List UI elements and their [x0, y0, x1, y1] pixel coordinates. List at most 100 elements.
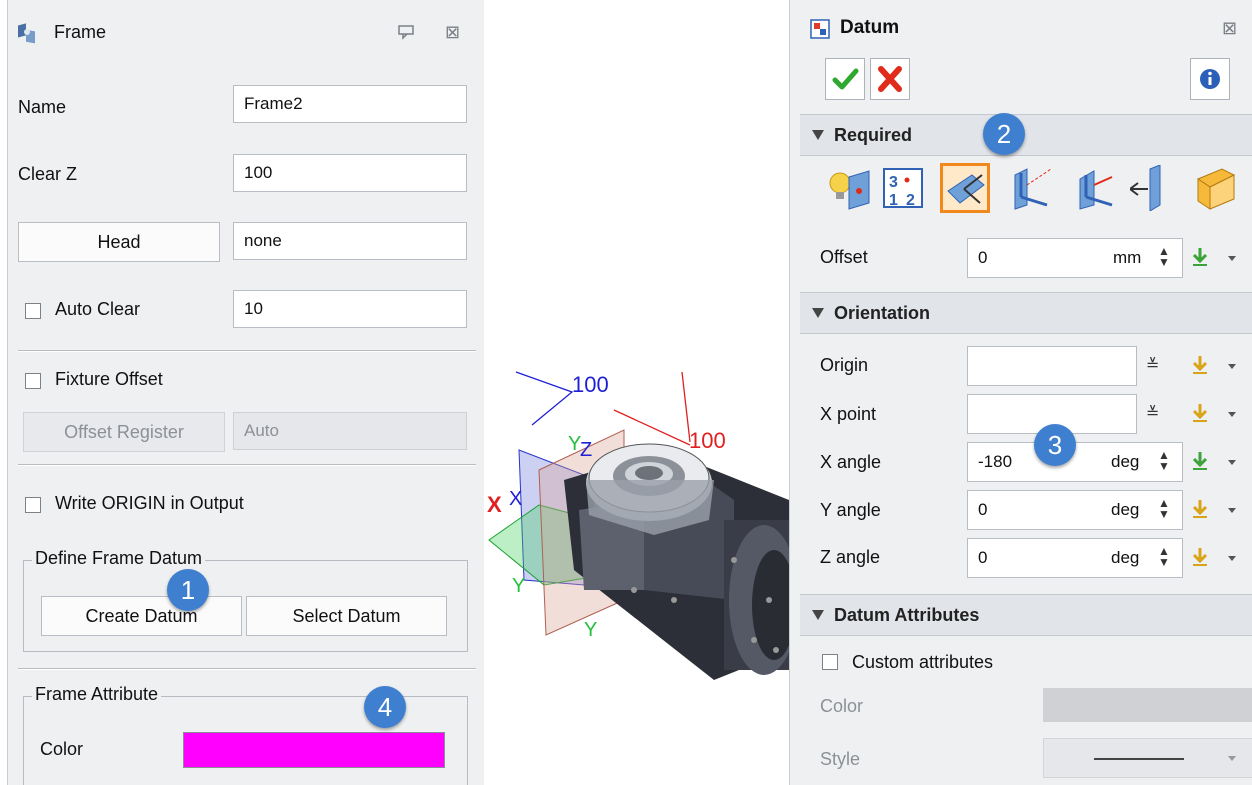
blue-axis-value: 100 — [572, 372, 609, 397]
machined-part — [564, 443, 789, 680]
z-axis-label: Z — [580, 439, 592, 461]
x-axis-label-blue: X — [509, 488, 522, 510]
chevron-down-icon[interactable] — [1228, 364, 1236, 369]
line-style-sample — [1094, 758, 1184, 760]
select-datum-button[interactable]: Select Datum — [246, 596, 447, 636]
orientation-section-header[interactable]: Orientation — [800, 292, 1252, 334]
plane-axes-icon — [947, 174, 985, 204]
pin-icon[interactable] — [397, 24, 415, 40]
frame-color-swatch[interactable] — [183, 732, 445, 768]
offset-register-button[interactable]: Offset Register — [23, 412, 225, 452]
divider — [18, 350, 476, 352]
spinner-icon[interactable]: ▲ ▼ — [1158, 449, 1170, 472]
pick-arrow-icon[interactable] — [1190, 498, 1210, 520]
red-axis-line — [613, 371, 691, 446]
cancel-button[interactable] — [870, 58, 910, 100]
callout-badge-4: 4 — [364, 686, 406, 728]
y-axis-label-bottom: Y — [584, 619, 597, 641]
offset-label: Offset — [820, 247, 868, 267]
custom-attributes-checkbox[interactable] — [822, 654, 838, 670]
3d-viewport[interactable]: 100 100 X X Y Z Y Y — [484, 0, 789, 785]
x-angle-value: -180 — [978, 452, 1013, 471]
frame-panel: Frame ⊠ Name Frame2 Clear Z 100 Head non… — [7, 0, 485, 785]
spinner-icon[interactable]: ▲ ▼ — [1158, 497, 1170, 520]
frame-attribute-legend: Frame Attribute — [32, 684, 162, 705]
origin-input[interactable] — [967, 346, 1137, 386]
method-3-point-icon[interactable]: 3 1 2 — [880, 165, 926, 211]
y-angle-input[interactable]: 0 deg ▲ ▼ — [967, 490, 1183, 530]
pick-arrow-icon[interactable] — [1190, 546, 1210, 568]
pick-arrow-icon[interactable] — [1190, 246, 1210, 268]
frame-title: Frame — [54, 22, 107, 42]
y-angle-label: Y angle — [820, 500, 881, 520]
x-point-label: X point — [820, 404, 877, 424]
callout-badge-3: 3 — [1034, 424, 1076, 466]
expand-icon[interactable]: ≚ — [1146, 355, 1159, 375]
chevron-down-icon[interactable] — [1228, 256, 1236, 261]
chevron-down-icon[interactable] — [1228, 756, 1236, 761]
collapse-arrow-icon — [812, 308, 824, 318]
datum-panel: Datum ⊠ Required 3 1 2 Offset 0 mm ▲ ▼ O… — [789, 0, 1252, 785]
fixture-offset-label: Fixture Offset — [55, 369, 163, 389]
name-input[interactable]: Frame2 — [233, 85, 467, 123]
divider — [18, 464, 476, 466]
chevron-down-icon[interactable] — [1228, 460, 1236, 465]
clear-z-input[interactable]: 100 — [233, 154, 467, 192]
pick-arrow-icon[interactable] — [1190, 450, 1210, 472]
offset-unit: mm — [1113, 248, 1142, 267]
y-angle-value: 0 — [978, 500, 988, 519]
callout-badge-2: 2 — [983, 113, 1025, 155]
chevron-down-icon[interactable] — [1228, 412, 1236, 417]
custom-attributes-label: Custom attributes — [852, 652, 994, 672]
method-xz-axes-icon[interactable] — [1070, 165, 1116, 211]
frame-titlebar: Frame ⊠ — [8, 0, 484, 62]
pick-arrow-icon[interactable] — [1190, 402, 1210, 424]
offset-input[interactable]: 0 mm ▲ ▼ — [967, 238, 1183, 278]
info-icon — [1200, 69, 1220, 89]
datum-attributes-section-header[interactable]: Datum Attributes — [800, 594, 1252, 636]
create-datum-button[interactable]: Create Datum — [41, 596, 242, 636]
callout-badge-1: 1 — [167, 569, 209, 611]
write-origin-checkbox[interactable] — [25, 497, 41, 513]
z-angle-unit: deg — [1111, 548, 1140, 567]
check-icon — [832, 68, 859, 90]
method-offset-plane-icon[interactable] — [1192, 165, 1238, 211]
auto-clear-input[interactable]: 10 — [233, 290, 467, 328]
required-section-header[interactable]: Required — [800, 114, 1252, 156]
offset-register-input[interactable]: Auto — [233, 412, 467, 450]
define-frame-datum-legend: Define Frame Datum — [32, 548, 206, 569]
method-plane-axes-button[interactable] — [940, 163, 990, 213]
chevron-down-icon[interactable] — [1228, 556, 1236, 561]
method-z-axis-icon[interactable] — [1007, 165, 1053, 211]
spinner-icon[interactable]: ▲ ▼ — [1158, 545, 1170, 568]
pick-arrow-icon[interactable] — [1190, 354, 1210, 376]
z-angle-input[interactable]: 0 deg ▲ ▼ — [967, 538, 1183, 578]
method-lightbulb-icon[interactable] — [825, 165, 871, 211]
expand-icon[interactable]: ≚ — [1146, 403, 1159, 423]
datum-icon — [810, 19, 830, 39]
write-origin-label: Write ORIGIN in Output — [55, 493, 244, 513]
clear-z-label: Clear Z — [18, 164, 78, 184]
method-normal-icon[interactable] — [1130, 165, 1176, 211]
svg-text:1: 1 — [889, 192, 898, 209]
datum-color-swatch[interactable] — [1043, 688, 1252, 722]
y-angle-unit: deg — [1111, 500, 1140, 519]
chevron-down-icon[interactable] — [1228, 508, 1236, 513]
head-button[interactable]: Head — [18, 222, 220, 262]
blue-axis-line — [515, 371, 574, 426]
spinner-icon[interactable]: ▲ ▼ — [1158, 245, 1170, 268]
close-icon[interactable]: ⊠ — [1222, 18, 1237, 39]
style-dropdown[interactable] — [1043, 738, 1252, 778]
orientation-section-label: Orientation — [834, 303, 931, 323]
close-icon[interactable]: ⊠ — [445, 22, 460, 43]
head-input[interactable]: none — [233, 222, 467, 260]
collapse-arrow-icon — [812, 610, 824, 620]
ok-button[interactable] — [825, 58, 865, 100]
fixture-offset-checkbox[interactable] — [25, 373, 41, 389]
auto-clear-checkbox[interactable] — [25, 303, 41, 319]
info-button[interactable] — [1190, 58, 1230, 100]
required-section-label: Required — [834, 125, 913, 145]
x-angle-label: X angle — [820, 452, 882, 472]
origin-label: Origin — [820, 355, 869, 375]
svg-text:2: 2 — [906, 192, 915, 209]
